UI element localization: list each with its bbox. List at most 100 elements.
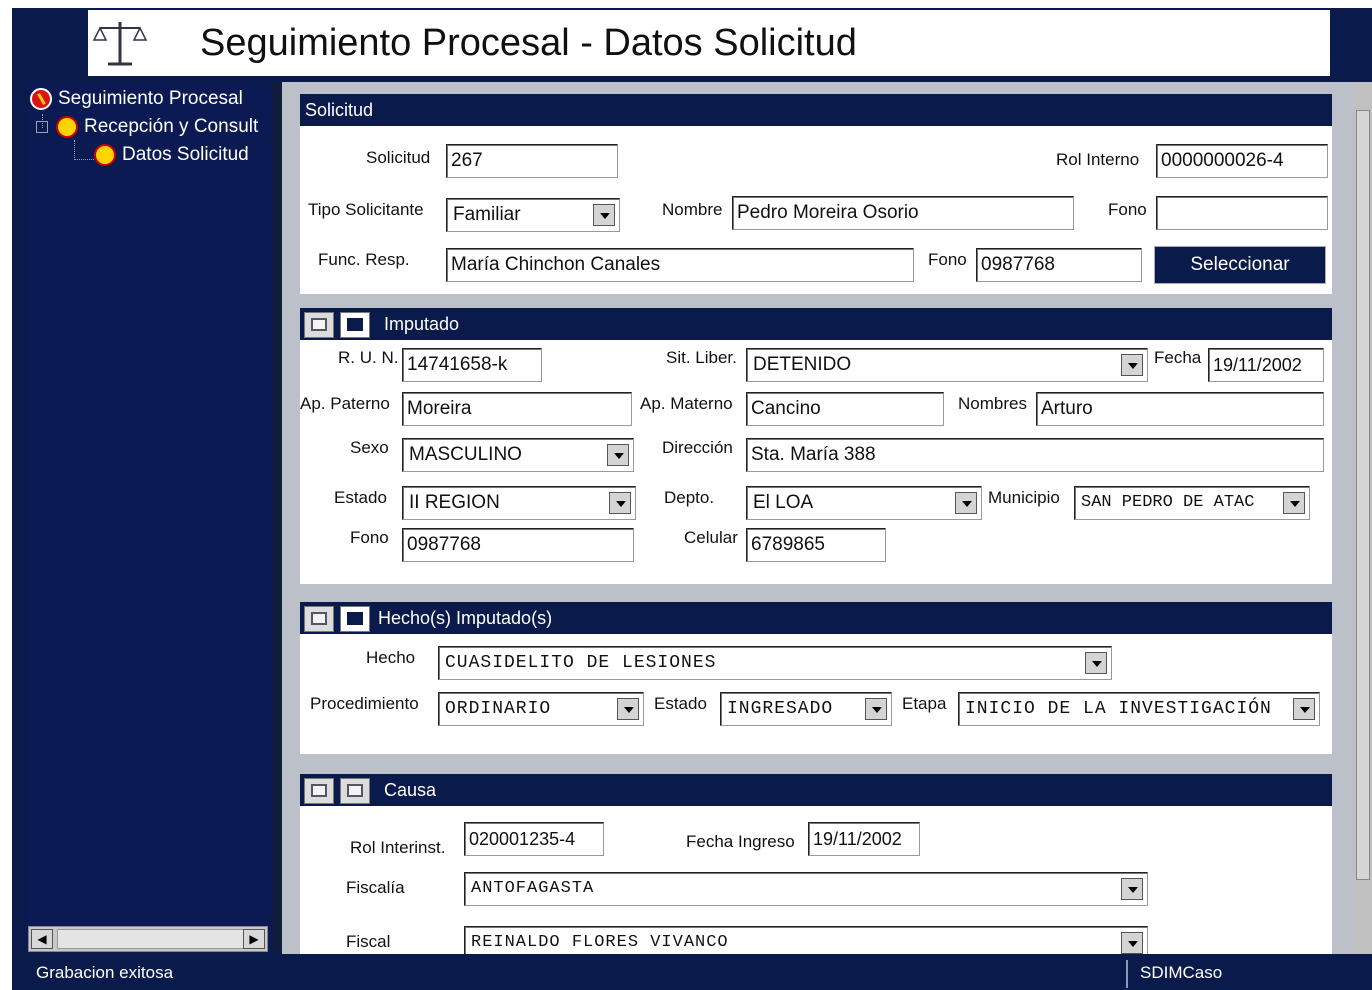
ap-paterno-field[interactable]: Moreira <box>402 392 632 426</box>
fono-label: Fono <box>350 528 389 547</box>
nombres-label: Nombres <box>958 394 1027 413</box>
collapse-button[interactable] <box>304 606 334 632</box>
folder-icon <box>94 144 116 166</box>
nombre-label: Nombre <box>662 200 723 219</box>
splitter[interactable] <box>272 82 282 952</box>
status-message: Grabacion exitosa <box>36 963 174 982</box>
causa-header: Causa <box>300 774 1332 806</box>
expand-icon <box>347 784 363 797</box>
scroll-left-button[interactable]: ◀ <box>31 929 53 949</box>
select-value: SAN PEDRO DE ATAC <box>1081 493 1255 512</box>
tree-item-datos-solicitud[interactable]: Datos Solicitud <box>94 144 249 166</box>
form-vertical-scrollbar[interactable] <box>1354 82 1372 954</box>
chevron-down-icon[interactable] <box>609 492 631 514</box>
celular-field[interactable]: 6789865 <box>746 528 886 562</box>
solicitud-field[interactable]: 267 <box>446 144 618 178</box>
collapse-icon <box>311 784 327 797</box>
fecha-ingreso-label: Fecha Ingreso <box>686 832 795 851</box>
tree-item-label: Seguimiento Procesal <box>58 88 243 110</box>
estado-label: Estado <box>334 488 387 507</box>
chevron-down-icon[interactable] <box>607 444 629 466</box>
sexo-label: Sexo <box>350 438 389 457</box>
fono-resp-field[interactable]: 0987768 <box>976 248 1142 282</box>
select-value: II REGION <box>409 492 500 513</box>
fiscalia-select[interactable]: ANTOFAGASTA <box>464 872 1148 906</box>
sexo-select[interactable]: MASCULINO <box>402 438 634 472</box>
seleccionar-button[interactable]: Seleccionar <box>1154 246 1326 284</box>
collapse-icon <box>311 612 327 625</box>
folder-icon <box>56 116 78 138</box>
causa-section: Causa Rol Interinst. 020001235-4 Fecha I… <box>300 774 1332 954</box>
fecha-label: Fecha <box>1154 348 1202 367</box>
run-label: R. U. N. <box>338 348 399 367</box>
procedimiento-select[interactable]: ORDINARIO <box>438 692 644 726</box>
nombre-field[interactable]: Pedro Moreira Osorio <box>732 196 1074 230</box>
fiscal-select[interactable]: REINALDO FLORES VIVANCO <box>464 926 1148 954</box>
chevron-down-icon[interactable] <box>593 204 615 226</box>
tree-connector <box>74 140 94 160</box>
scroll-thumb[interactable] <box>1356 110 1370 880</box>
etapa-select[interactable]: INICIO DE LA INVESTIGACIÓN <box>958 692 1320 726</box>
ap-materno-field[interactable]: Cancino <box>746 392 944 426</box>
fecha-field[interactable]: 19/11/2002 <box>1208 348 1324 382</box>
scroll-thumb[interactable] <box>57 929 245 949</box>
tipo-solicitante-select[interactable]: Familiar <box>446 198 620 232</box>
estado-select[interactable]: II REGION <box>402 486 636 520</box>
status-bar: Grabacion exitosa SDIMCaso <box>26 958 1372 990</box>
collapse-button[interactable] <box>304 312 334 338</box>
run-field[interactable]: 14741658-k <box>402 348 542 382</box>
solicitud-header: Solicitud <box>300 94 1332 126</box>
scroll-right-button[interactable]: ▶ <box>243 929 265 949</box>
municipio-select[interactable]: SAN PEDRO DE ATAC <box>1074 486 1310 520</box>
expand-icon <box>347 612 363 625</box>
municipio-label: Municipio <box>988 488 1060 507</box>
rol-interno-field[interactable]: 0000000026-4 <box>1156 144 1328 178</box>
func-resp-field[interactable]: María Chinchon Canales <box>446 248 914 282</box>
chevron-down-icon[interactable] <box>1085 652 1107 674</box>
tree-item-recepcion[interactable]: Recepción y Consult <box>36 116 258 138</box>
fono-field[interactable]: 0987768 <box>402 528 634 562</box>
select-value: MASCULINO <box>409 444 522 465</box>
tree-expander[interactable] <box>36 121 48 133</box>
section-title: Solicitud <box>305 100 374 120</box>
chevron-down-icon[interactable] <box>1121 878 1143 900</box>
expand-button[interactable] <box>340 778 370 804</box>
hechos-section: Hecho(s) Imputado(s) Hecho CUASIDELITO D… <box>300 602 1332 754</box>
func-resp-label: Func. Resp. <box>318 250 410 269</box>
navigation-tree: Seguimiento Procesal Recepción y Consult… <box>26 82 272 952</box>
rol-interinst-field[interactable]: 020001235-4 <box>464 822 604 856</box>
fono-label: Fono <box>1108 200 1147 219</box>
chevron-down-icon[interactable] <box>865 698 887 720</box>
depto-select[interactable]: El LOA <box>746 486 982 520</box>
fecha-ingreso-field[interactable]: 19/11/2002 <box>808 822 920 856</box>
section-title: Causa <box>384 780 437 800</box>
fono-resp-label: Fono <box>928 250 967 269</box>
nombres-field[interactable]: Arturo <box>1036 392 1324 426</box>
chevron-down-icon[interactable] <box>1121 354 1143 376</box>
collapse-button[interactable] <box>304 778 334 804</box>
chevron-down-icon[interactable] <box>617 698 639 720</box>
expand-icon <box>347 318 363 331</box>
status-divider <box>1126 960 1128 988</box>
chevron-down-icon[interactable] <box>1121 932 1143 954</box>
estado-hecho-select[interactable]: INGRESADO <box>720 692 892 726</box>
estado-hecho-label: Estado <box>654 694 707 713</box>
depto-label: Depto. <box>664 488 715 507</box>
sit-liber-select[interactable]: DETENIDO <box>746 348 1148 382</box>
chevron-down-icon[interactable] <box>955 492 977 514</box>
rol-interno-label: Rol Interno <box>1056 150 1140 169</box>
fono-field[interactable] <box>1156 196 1328 230</box>
select-value: CUASIDELITO DE LESIONES <box>445 653 717 673</box>
hecho-select[interactable]: CUASIDELITO DE LESIONES <box>438 646 1112 680</box>
rol-interinst-label: Rol Interinst. <box>350 838 446 857</box>
expand-button[interactable] <box>340 606 370 632</box>
expand-button[interactable] <box>340 312 370 338</box>
chevron-down-icon[interactable] <box>1293 698 1315 720</box>
direccion-field[interactable]: Sta. María 388 <box>746 438 1324 472</box>
solicitud-section: Solicitud Solicitud 267 Rol Interno 0000… <box>300 94 1332 294</box>
tree-horizontal-scrollbar[interactable]: ◀ ▶ <box>28 926 268 952</box>
select-value: INICIO DE LA INVESTIGACIÓN <box>965 699 1272 719</box>
tree-item-label: Recepción y Consult <box>84 116 259 138</box>
tree-item-seguimiento[interactable]: Seguimiento Procesal <box>30 88 243 110</box>
chevron-down-icon[interactable] <box>1283 492 1305 514</box>
